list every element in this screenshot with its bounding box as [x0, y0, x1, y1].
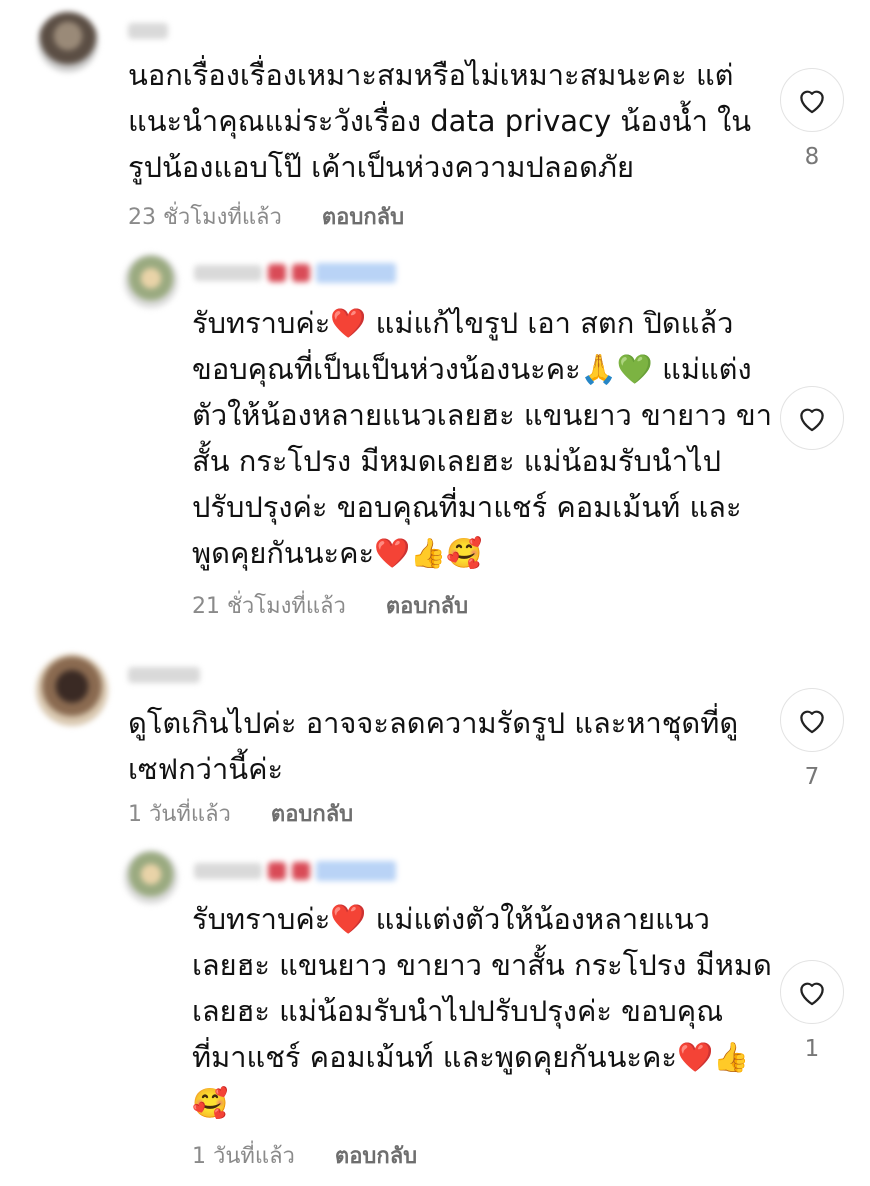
heart-icon [800, 710, 824, 734]
timestamp: 1 วันที่แล้ว [128, 801, 231, 827]
like-button[interactable] [780, 688, 844, 752]
timestamp: 21 ชั่วโมงที่แล้ว [192, 593, 346, 619]
timestamp: 23 ชั่วโมงที่แล้ว [128, 204, 282, 230]
comment-meta: 1 วันที่แล้ว ตอบกลับ [128, 798, 353, 828]
reply-button[interactable]: ตอบกลับ [322, 199, 404, 234]
like-count: 1 [804, 1036, 820, 1062]
reply-button[interactable]: ตอบกลับ [271, 796, 353, 831]
like-button[interactable] [780, 960, 844, 1024]
avatar[interactable] [124, 254, 178, 308]
author-badge [316, 263, 396, 283]
reply-button[interactable]: ตอบกลับ [335, 1138, 417, 1173]
author-badge [316, 861, 396, 881]
avatar[interactable] [124, 850, 178, 904]
comment-text: ดูโตเกินไปค่ะ อาจจะลดความรัดรูป และหาชุด… [128, 706, 739, 786]
username[interactable] [194, 860, 396, 882]
comment-meta: 23 ชั่วโมงที่แล้ว ตอบกลับ [128, 201, 404, 231]
heart-icon [800, 408, 824, 432]
username[interactable] [194, 262, 396, 284]
like-button[interactable] [780, 386, 844, 450]
comment-text: รับทราบค่ะ❤️ แม่แก้ไขรูป เอา สตก ปิดแล้ว… [192, 306, 773, 570]
username[interactable] [128, 20, 168, 42]
heart-icon [800, 982, 824, 1006]
avatar[interactable] [36, 654, 108, 726]
avatar[interactable] [38, 12, 98, 72]
comment-text: นอกเรื่องเรื่องเหมาะสมหรือไม่เหมาะสมนะคะ… [128, 58, 752, 184]
like-count: 8 [804, 144, 820, 170]
reply-button[interactable]: ตอบกลับ [386, 588, 468, 623]
comment-meta: 1 วันที่แล้ว ตอบกลับ [192, 1140, 417, 1170]
heart-icon [800, 90, 824, 114]
timestamp: 1 วันที่แล้ว [192, 1143, 295, 1169]
comment-meta: 21 ชั่วโมงที่แล้ว ตอบกลับ [192, 590, 468, 620]
username[interactable] [128, 664, 200, 686]
comment-text: รับทราบค่ะ❤️ แม่แต่งตัวให้น้องหลายแนว เล… [192, 902, 772, 1120]
like-button[interactable] [780, 68, 844, 132]
like-count: 7 [804, 764, 820, 790]
